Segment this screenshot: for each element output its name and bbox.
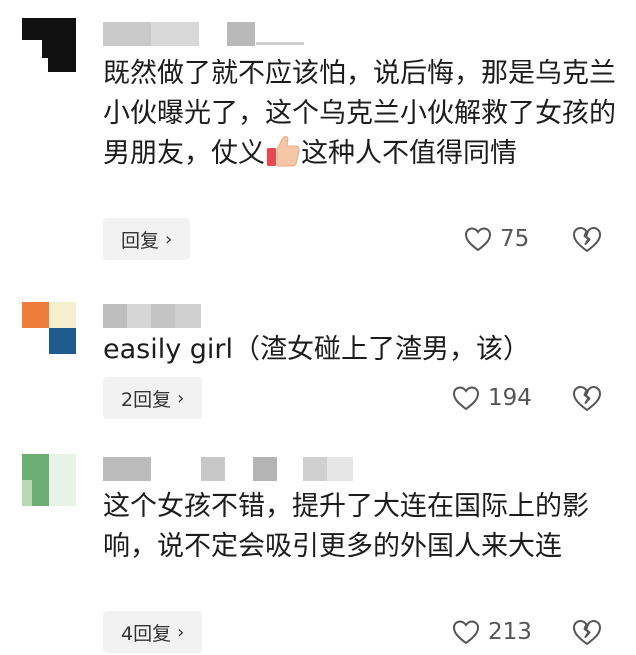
reply-label: 4回复 [121,622,172,645]
avatar[interactable] [22,302,76,356]
chevron-right-icon: › [177,621,185,643]
broken-heart-icon[interactable] [572,225,602,253]
avatar[interactable] [22,18,76,72]
thumbs-up-icon [267,136,300,167]
like-count: 213 [488,619,532,645]
heart-outline-icon [452,620,480,645]
like-count: 194 [488,385,532,411]
chevron-right-icon: › [177,387,185,409]
heart-outline-icon [464,227,492,252]
like-count: 75 [500,226,530,252]
comment-text: easily girl（渣女碰上了渣男，该） [103,334,531,365]
reply-button[interactable]: 2回复 › [103,377,203,419]
avatar[interactable] [22,454,76,508]
comment-text-part: 这种人不值得同情 [301,138,517,169]
reply-button[interactable]: 回复 › [103,218,191,260]
reply-button[interactable]: 4回复 › [103,611,203,653]
like-button[interactable]: 213 [452,619,532,645]
reply-label: 2回复 [121,388,172,411]
broken-heart-icon[interactable] [572,384,602,412]
like-button[interactable]: 75 [464,226,529,252]
chevron-right-icon: › [165,228,173,250]
comment-text: 既然做了就不应该怕，说后悔，那是乌克兰小伙曝光了，这个乌克兰小伙解救了女孩的男朋… [103,54,618,174]
like-button[interactable]: 194 [452,385,532,411]
broken-heart-icon[interactable] [572,618,602,646]
heart-outline-icon [452,386,480,411]
comment-text: 这个女孩不错，提升了大连在国际上的影响，说不定会吸引更多的外国人来大连 [103,491,589,562]
reply-label: 回复 [121,229,160,252]
